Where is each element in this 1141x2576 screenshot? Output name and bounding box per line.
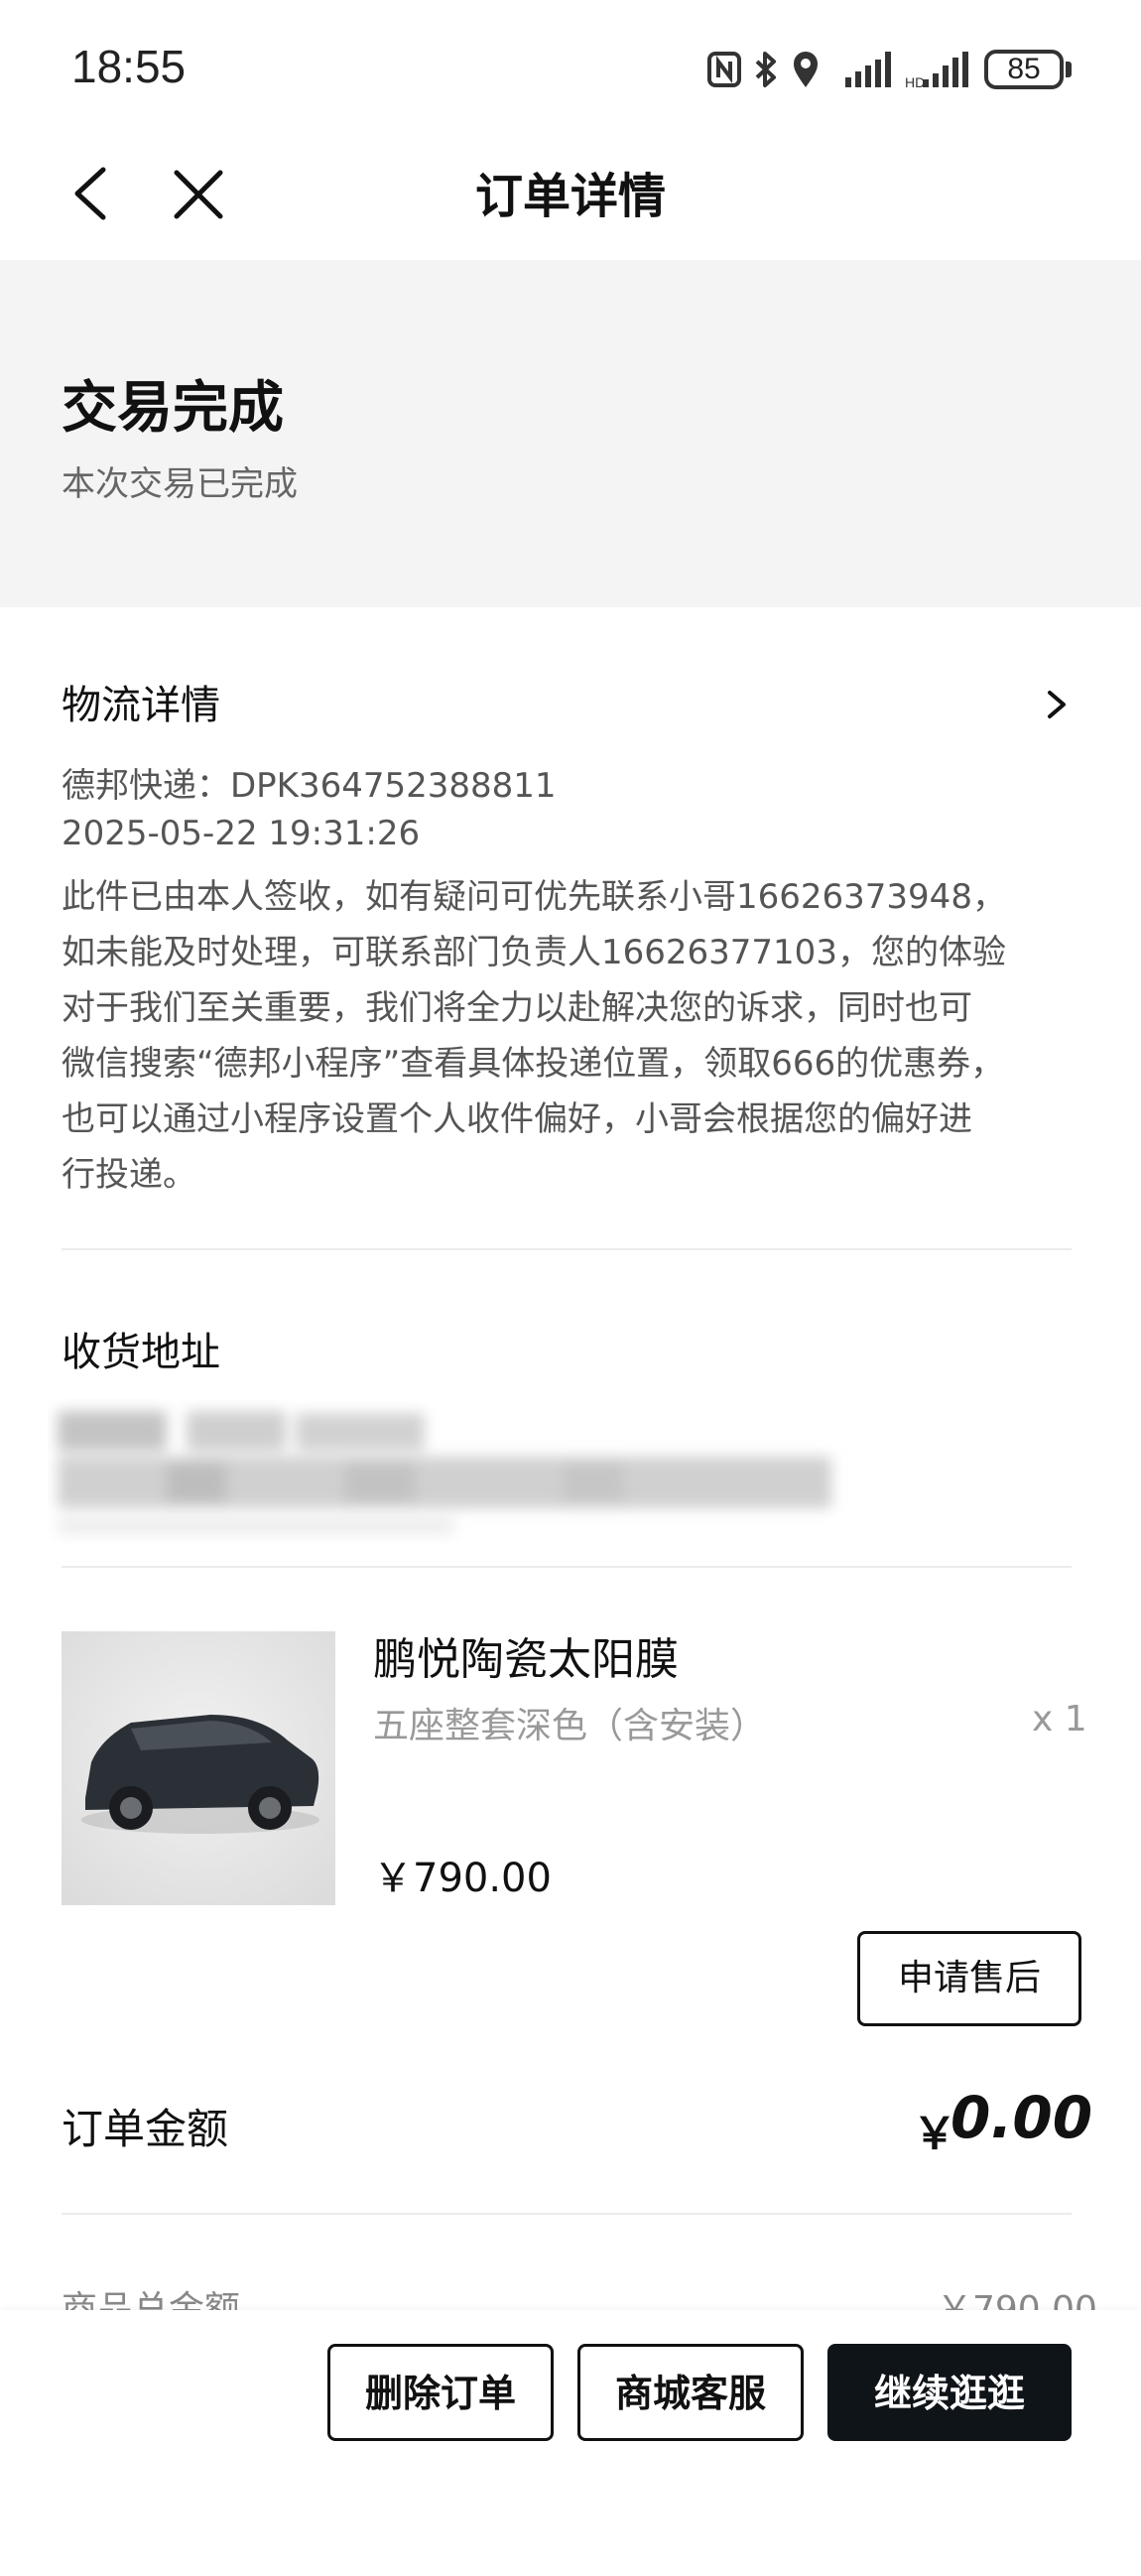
logistics-message-line: 如未能及时处理，可联系部门负责人16626377103，您的体验 <box>62 933 1006 972</box>
page-title: 订单详情 <box>474 169 666 224</box>
delete-order-button[interactable]: 删除订单 <box>327 2344 554 2441</box>
logistics-message-line: 对于我们至关重要，我们将全力以赴解决您的诉求，同时也可 <box>62 988 972 1028</box>
after-sale-button[interactable]: 申请售后 <box>857 1931 1081 2026</box>
location-icon <box>794 52 818 87</box>
svg-text:HD: HD <box>905 74 925 90</box>
battery-indicator: 85 <box>984 50 1064 89</box>
logistics-message-line: 也可以通过小程序设置个人收件偏好，小哥会根据您的偏好进 <box>62 1099 972 1139</box>
product-price: ￥790.00 <box>373 1856 552 1901</box>
logistics-message-line: 此件已由本人签收，如有疑问可优先联系小哥16626373948， <box>62 877 1006 917</box>
divider <box>62 1248 1072 1250</box>
battery-tip <box>1066 62 1072 77</box>
chevron-right-icon[interactable] <box>1042 685 1072 724</box>
order-status-title: 交易完成 <box>62 376 284 441</box>
address-title: 收货地址 <box>62 1330 220 1375</box>
continue-shopping-button[interactable]: 继续逛逛 <box>827 2344 1072 2441</box>
customer-service-button[interactable]: 商城客服 <box>577 2344 804 2441</box>
product-spec: 五座整套深色（含安装） <box>373 1706 767 1746</box>
logistics-title[interactable]: 物流详情 <box>62 673 220 730</box>
divider <box>62 1566 1072 1568</box>
product-name[interactable]: 鹏悦陶瓷太阳膜 <box>373 1623 679 1687</box>
signal-icon <box>845 52 891 87</box>
status-time: 18:55 <box>71 41 187 92</box>
nfc-icon <box>707 52 741 87</box>
order-amount-value: 0.00 <box>951 2084 1093 2151</box>
bluetooth-icon <box>755 52 776 87</box>
logistics-carrier: 德邦快递：DPK364752388811 <box>62 766 557 806</box>
product-image[interactable] <box>62 1631 335 1905</box>
divider <box>62 2213 1072 2215</box>
logistics-message-line: 微信搜索“德邦小程序”查看具体投递位置，领取666的优惠券， <box>62 1044 1005 1084</box>
logistics-timestamp: 2025-05-22 19:31:26 <box>62 814 421 853</box>
product-quantity: x 1 <box>1032 1699 1087 1739</box>
address-redacted <box>58 1411 831 1534</box>
order-status-subtitle: 本次交易已完成 <box>62 464 298 504</box>
order-amount-label: 订单金额 <box>62 2105 229 2153</box>
signal-icon: HD <box>905 52 968 90</box>
logistics-message-line: 行投递。 <box>62 1155 196 1195</box>
